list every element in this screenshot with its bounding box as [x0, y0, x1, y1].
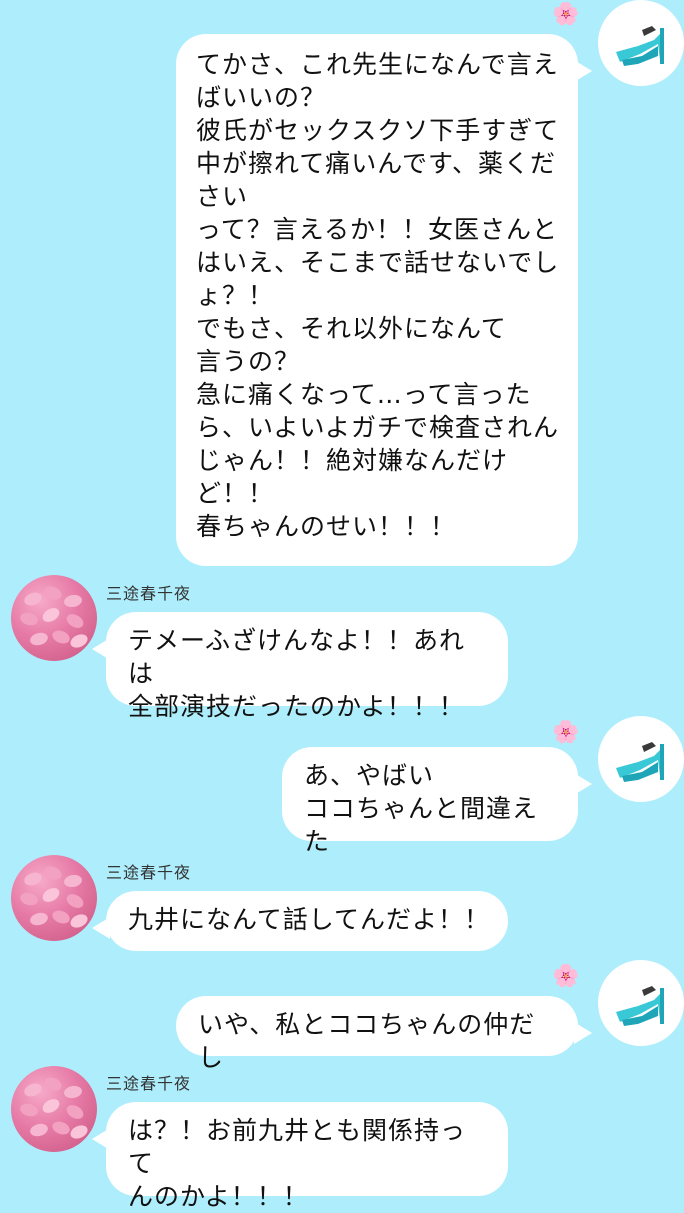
other-avatar-pills-icon[interactable] — [11, 1066, 97, 1152]
pink-pills-icon — [20, 1077, 88, 1139]
sender-name: 三途春千夜 — [106, 1074, 192, 1093]
chat-bubble-self-2: あ、やばい ココちゃんと間違えた — [282, 747, 592, 856]
sender-name: 三途春千夜 — [106, 584, 192, 603]
chat-bubble-other-2: 九井になんて話してんだよ！！ — [92, 891, 508, 951]
chat-bubble-other-3: は？！お前九井とも関係持って んのかよ！！！ — [92, 1102, 508, 1211]
chat-bubble-other-1: テメーふざけんなよ！！あれは 全部演技だったのかよ！！！ — [92, 612, 508, 721]
self-avatar-shoe-icon[interactable] — [598, 960, 684, 1046]
sender-name: 三途春千夜 — [106, 863, 192, 882]
self-avatar-shoe-icon[interactable] — [598, 716, 684, 802]
high-heel-shoe-icon — [616, 742, 664, 782]
chat-bubble-self-3: いや、私とココちゃんの仲だし — [176, 996, 592, 1072]
cherry-blossom-icon: 🌸 — [552, 720, 580, 745]
chat-bubble-self-1: てかさ、これ先生になんで言えばいいの？ 彼氏がセックスクソ下手すぎて中が擦れて痛… — [176, 34, 592, 566]
self-avatar-shoe-icon[interactable] — [598, 0, 684, 86]
other-avatar-pills-icon[interactable] — [11, 855, 97, 941]
high-heel-shoe-icon — [616, 986, 664, 1026]
cherry-blossom-icon: 🌸 — [552, 964, 580, 989]
pink-pills-icon — [20, 866, 88, 928]
cherry-blossom-icon: 🌸 — [552, 2, 580, 27]
pink-pills-icon — [20, 586, 88, 648]
high-heel-shoe-icon — [616, 26, 664, 66]
other-avatar-pills-icon[interactable] — [11, 575, 97, 661]
